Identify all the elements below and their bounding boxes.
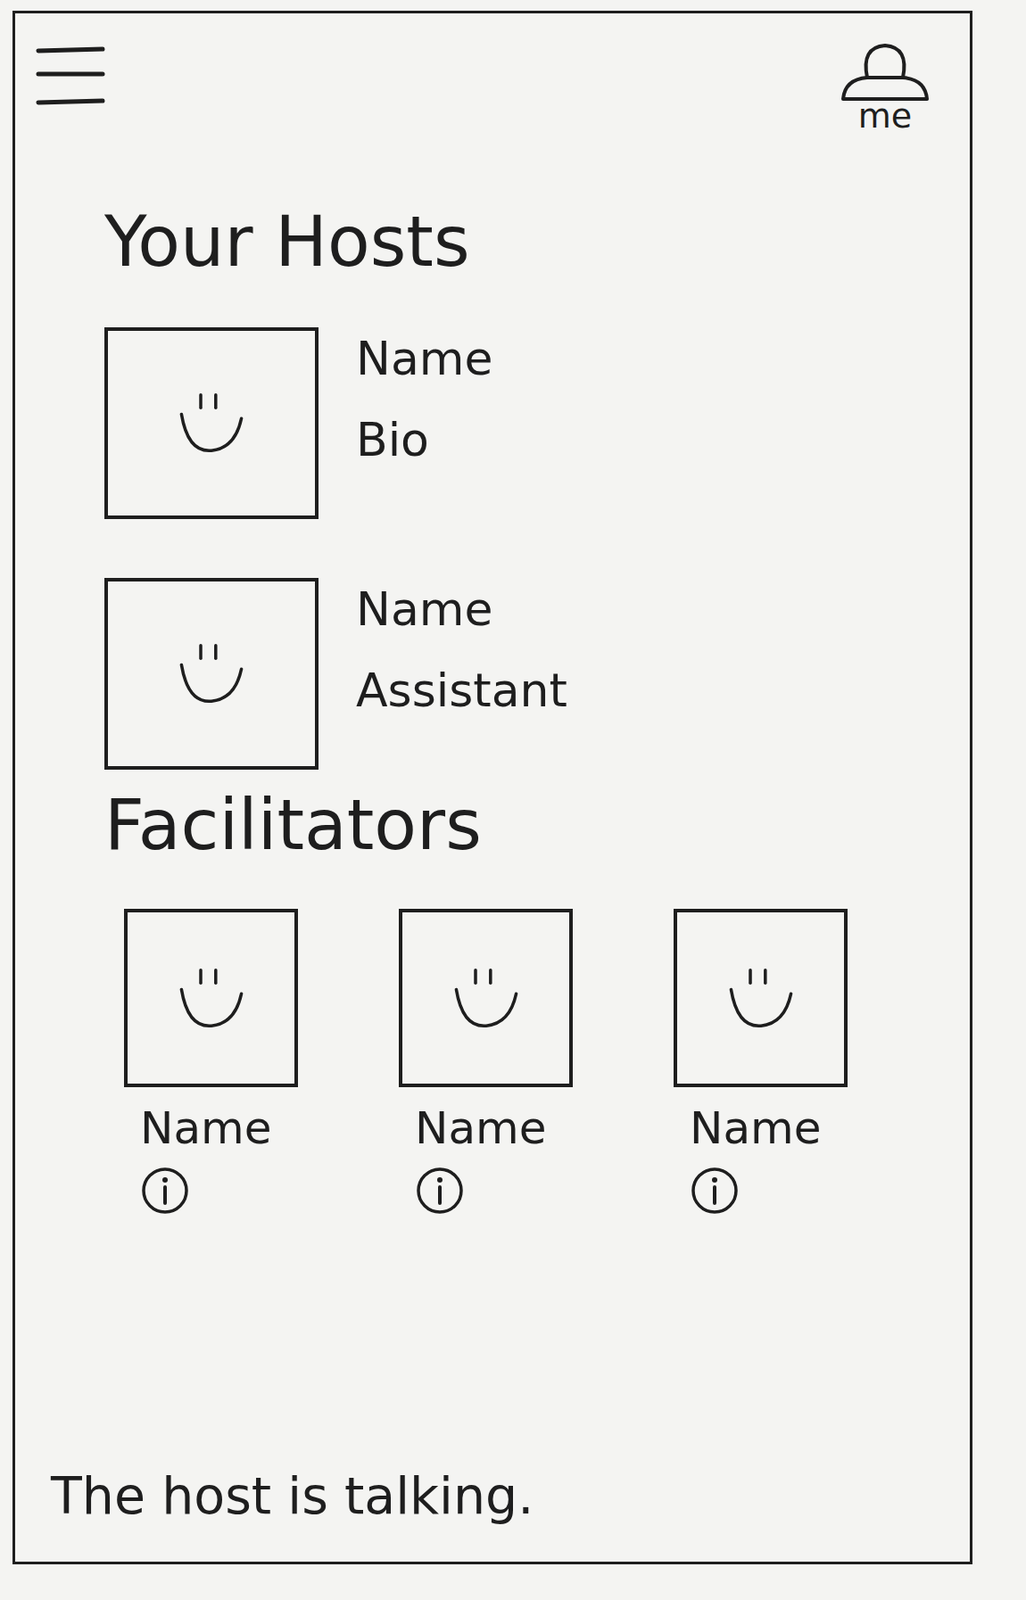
facilitator-name: Name (673, 1101, 822, 1156)
host-list: NameBioNameAssistant (104, 327, 970, 770)
smiley-icon (432, 944, 540, 1052)
content: Your HostsNameBioNameAssistantFacilitato… (15, 132, 970, 1217)
info-icon[interactable] (140, 1166, 191, 1217)
info-icon[interactable] (689, 1166, 740, 1217)
profile-label: me (858, 99, 912, 133)
menu-icon[interactable] (34, 40, 107, 112)
host-card[interactable]: NameBio (104, 327, 970, 520)
status-bar: The host is talking. (15, 1465, 970, 1563)
facilitators-heading: Facilitators (104, 787, 970, 865)
info-icon[interactable] (414, 1166, 465, 1217)
top-bar: me (15, 13, 970, 133)
host-info: NameAssistant (355, 569, 568, 732)
facilitator-card[interactable]: Name (124, 909, 303, 1217)
person-icon (835, 40, 935, 103)
facilitator-photo (398, 909, 573, 1088)
host-detail: Assistant (355, 650, 568, 732)
host-detail: Bio (355, 399, 493, 481)
facilitator-photo (673, 909, 848, 1088)
host-info: NameBio (355, 318, 493, 481)
facilitator-list: Name Name Name (104, 909, 970, 1217)
host-name: Name (355, 569, 568, 651)
facilitator-card[interactable]: Name (673, 909, 853, 1217)
smiley-icon (157, 944, 265, 1052)
host-photo (104, 327, 319, 520)
facilitator-name: Name (398, 1101, 547, 1156)
smiley-icon (157, 620, 265, 728)
smiley-icon (157, 369, 265, 477)
facilitator-photo (124, 909, 298, 1088)
host-photo (104, 578, 319, 770)
host-card[interactable]: NameAssistant (104, 578, 970, 770)
facilitator-card[interactable]: Name (398, 909, 578, 1217)
profile-button[interactable]: me (835, 40, 935, 133)
phone-screen: meYour HostsNameBioNameAssistantFacilita… (12, 10, 973, 1565)
facilitator-name: Name (124, 1101, 273, 1156)
smiley-icon (707, 944, 815, 1052)
hosts-heading: Your Hosts (104, 204, 970, 282)
host-name: Name (355, 318, 493, 400)
